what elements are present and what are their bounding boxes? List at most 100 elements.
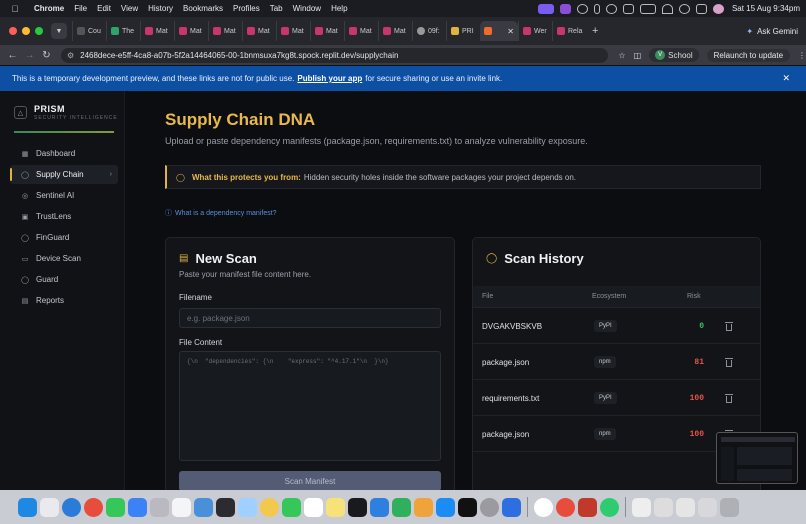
menu-tab[interactable]: Tab (270, 4, 283, 13)
browser-tab[interactable]: Mat (140, 21, 174, 41)
play-icon[interactable] (605, 3, 617, 14)
browser-tab[interactable]: Wer (518, 21, 552, 41)
table-row[interactable]: package.json npm 81 (473, 345, 760, 380)
sidebar-item-device-scan[interactable]: ▭ Device Scan (10, 249, 118, 268)
apple-icon[interactable]:  (8, 4, 22, 14)
back-arrow-icon[interactable]: ← (4, 50, 21, 61)
browser-tab[interactable]: Rela (552, 21, 586, 41)
preview-icon[interactable] (238, 497, 257, 517)
file-content-textarea[interactable]: {\n "dependencies": {\n "express": "^4.1… (179, 351, 441, 461)
browser-tab[interactable]: Mat (242, 21, 276, 41)
browser-tab[interactable]: 09f: (412, 21, 446, 41)
browser-tab[interactable]: Mat (174, 21, 208, 41)
scan-manifest-button[interactable]: Scan Manifest (179, 471, 441, 490)
app-status-icon[interactable] (559, 3, 571, 14)
reload-icon[interactable]: ↻ (38, 50, 55, 61)
sidebar-item-supply-chain[interactable]: ◯ Supply Chain › (10, 165, 118, 184)
image-stack-icon[interactable] (698, 497, 717, 517)
menu-view[interactable]: View (121, 4, 138, 13)
menu-edit[interactable]: Edit (97, 4, 111, 13)
downloads-stack-icon[interactable] (654, 497, 673, 517)
document-icon[interactable] (632, 497, 651, 517)
browser-tab[interactable]: Mat (344, 21, 378, 41)
screen-recorder-icon[interactable] (556, 497, 575, 517)
sidebar-item-reports[interactable]: ▤ Reports (10, 291, 118, 310)
meet-icon[interactable] (578, 497, 597, 517)
facetime-icon[interactable] (282, 497, 301, 517)
calendar-date-icon[interactable] (304, 497, 323, 517)
browser-tab[interactable]: Mat (378, 21, 412, 41)
active-browser-tab[interactable]: ✕ (480, 21, 518, 41)
messages-icon[interactable] (106, 497, 125, 517)
close-window-button[interactable] (9, 27, 17, 35)
numbers-icon[interactable] (392, 497, 411, 517)
sidebar-item-dashboard[interactable]: ▦ Dashboard (10, 144, 118, 163)
delete-trash-icon[interactable] (725, 393, 733, 403)
extensions-icon[interactable]: ◫ (634, 51, 642, 60)
forward-arrow-icon[interactable]: → (21, 50, 38, 61)
chatgpt-icon[interactable] (534, 497, 553, 517)
screen-share-icon[interactable] (537, 3, 554, 14)
delete-trash-icon[interactable] (725, 321, 733, 331)
tool-icon[interactable] (622, 3, 634, 14)
publish-app-link[interactable]: Publish your app (297, 74, 362, 83)
freeform-icon[interactable] (348, 497, 367, 517)
browser-tab[interactable]: Mat (208, 21, 242, 41)
address-bar[interactable]: ⚙ 2468dece-e5ff-4ca8-a07b-5f2a14464065-0… (60, 47, 609, 63)
chrome-icon[interactable] (84, 497, 103, 517)
menu-file[interactable]: File (74, 4, 87, 13)
sidebar-item-trustlens[interactable]: ▣ TrustLens (10, 207, 118, 226)
files-icon[interactable] (194, 497, 213, 517)
manifest-help-link[interactable]: ⓘ What is a dependency manifest? (165, 208, 277, 218)
menu-app-name[interactable]: Chrome (34, 4, 64, 13)
sidebar-item-sentinel-ai[interactable]: ◎ Sentinel AI (10, 186, 118, 205)
terminal-icon[interactable] (216, 497, 235, 517)
notes-icon[interactable] (326, 497, 345, 517)
new-tab-button[interactable]: + (592, 25, 598, 37)
ask-gemini-button[interactable]: ✦ Ask Gemini (746, 27, 798, 36)
delete-trash-icon[interactable] (725, 357, 733, 367)
filename-input[interactable]: e.g. package.json (179, 308, 441, 328)
menubar-clock[interactable]: Sat 15 Aug 9:34pm (732, 4, 800, 13)
menu-window[interactable]: Window (293, 4, 321, 13)
minimize-window-button[interactable] (22, 27, 30, 35)
battery-icon[interactable] (639, 3, 656, 14)
bookmark-star-icon[interactable]: ☆ (618, 51, 625, 60)
safari-icon[interactable] (62, 497, 81, 517)
trash-icon[interactable] (720, 497, 739, 517)
settings-icon[interactable] (480, 497, 499, 517)
menu-history[interactable]: History (148, 4, 173, 13)
capcut-icon[interactable] (458, 497, 477, 517)
tab-search-button[interactable]: ▼ (51, 23, 67, 39)
keynote-icon[interactable] (370, 497, 389, 517)
search-icon[interactable] (678, 3, 690, 14)
openai-icon[interactable] (576, 3, 588, 14)
app-store-icon[interactable] (436, 497, 455, 517)
contacts-icon[interactable] (150, 497, 169, 517)
more-menu-icon[interactable]: ⋮ (798, 51, 806, 60)
menu-bookmarks[interactable]: Bookmarks (183, 4, 223, 13)
browser-tab[interactable]: Cou (72, 21, 106, 41)
battery-small-icon[interactable] (593, 3, 600, 14)
screenshot-stack-icon[interactable] (676, 497, 695, 517)
table-row[interactable]: DVGAKVBSKVB PyPI 0 (473, 309, 760, 344)
siri-icon[interactable] (712, 3, 724, 14)
launchpad-icon[interactable] (40, 497, 59, 517)
brand[interactable]: △ PRISM SECURITY INTELLIGENCE (14, 104, 118, 121)
menu-help[interactable]: Help (331, 4, 347, 13)
control-center-icon[interactable] (695, 3, 707, 14)
zoom-window-button[interactable] (35, 27, 43, 35)
browser-tab[interactable]: The (106, 21, 140, 41)
wifi-icon[interactable] (661, 3, 673, 14)
mail-icon[interactable] (128, 497, 147, 517)
close-tab-icon[interactable]: ✕ (507, 27, 514, 36)
finder-icon[interactable] (18, 497, 37, 517)
sidebar-item-finguard[interactable]: ◯ FinGuard (10, 228, 118, 247)
pages-icon[interactable] (414, 497, 433, 517)
browser-tab[interactable]: PRI (446, 21, 480, 41)
whatsapp-icon[interactable] (600, 497, 619, 517)
sidebar-item-guard[interactable]: ◯ Guard (10, 270, 118, 289)
menu-profiles[interactable]: Profiles (233, 4, 260, 13)
word-icon[interactable] (502, 497, 521, 517)
window-preview-thumbnail[interactable] (716, 432, 798, 484)
